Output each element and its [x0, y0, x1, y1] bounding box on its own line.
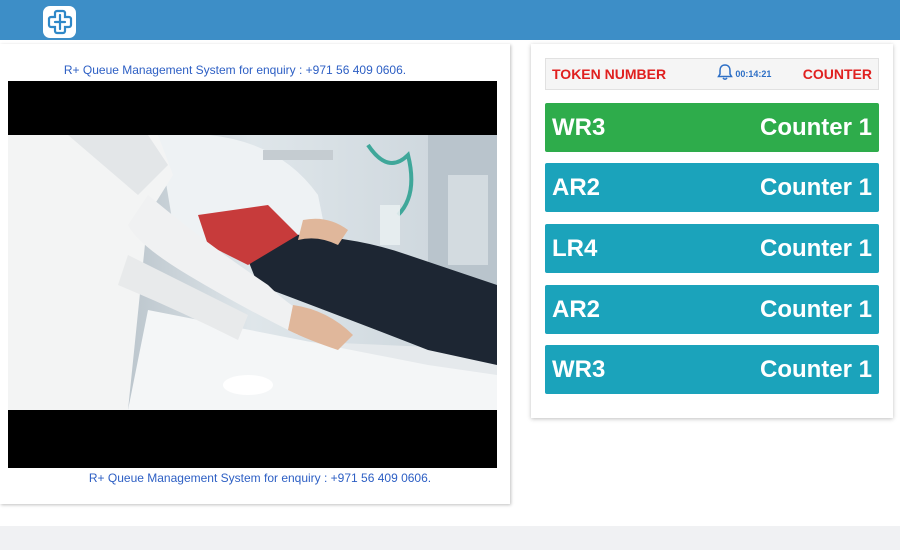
video-frame	[8, 135, 497, 410]
counter-header: COUNTER	[802, 66, 872, 82]
bell-icon	[717, 63, 734, 86]
video-player[interactable]	[8, 81, 497, 468]
queue-row: WR3 Counter 1	[545, 103, 879, 152]
token-number: AR2	[552, 295, 601, 323]
token-number-header: TOKEN NUMBER	[552, 66, 667, 82]
bottom-strip	[0, 526, 900, 550]
enquiry-ticker-bottom: R+ Queue Management System for enquiry :…	[88, 471, 432, 485]
queue-row: LR4 Counter 1	[545, 224, 879, 273]
queue-panel: TOKEN NUMBER 00:14:21 COUNTER WR3 Counte…	[531, 44, 893, 418]
counter-name: Counter 1	[759, 173, 872, 201]
queue-header: TOKEN NUMBER 00:14:21 COUNTER	[545, 58, 879, 90]
counter-name: Counter 1	[759, 113, 872, 141]
counter-name: Counter 1	[759, 234, 872, 262]
counter-name: Counter 1	[759, 295, 872, 323]
token-number: LR4	[552, 234, 598, 262]
token-number: WR3	[552, 355, 606, 383]
queue-row: WR3 Counter 1	[545, 345, 879, 394]
medical-cross-logo-icon[interactable]	[43, 6, 76, 38]
token-number: AR2	[552, 173, 601, 201]
enquiry-ticker-top: R+ Queue Management System for enquiry :…	[63, 63, 407, 77]
clock-group: 00:14:21	[717, 63, 771, 86]
counter-name: Counter 1	[759, 355, 872, 383]
queue-row: AR2 Counter 1	[545, 163, 879, 212]
queue-row: AR2 Counter 1	[545, 285, 879, 334]
clock-display: 00:14:21	[735, 69, 772, 79]
top-bar	[0, 0, 900, 40]
media-panel: R+ Queue Management System for enquiry :…	[0, 44, 510, 504]
token-number: WR3	[552, 113, 606, 141]
